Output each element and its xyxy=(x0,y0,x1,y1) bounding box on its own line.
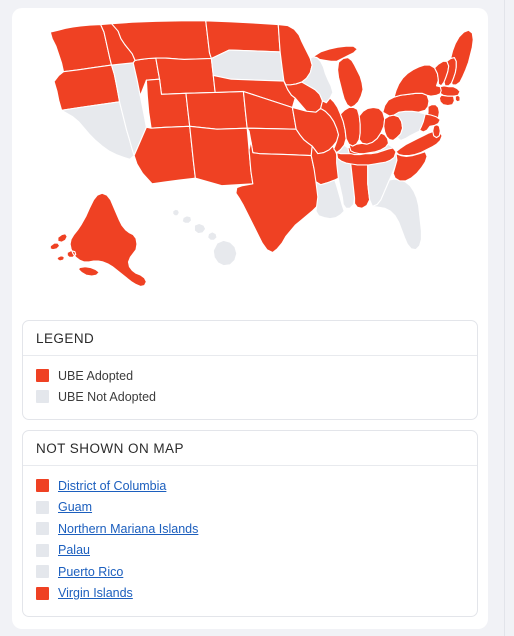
not-shown-body: District of Columbia Guam Northern Maria… xyxy=(23,466,477,616)
content-card: LEGEND UBE Adopted UBE Not Adopted NOT S… xyxy=(12,8,488,629)
jurisdiction-link-palau[interactable]: Palau xyxy=(58,543,90,557)
jurisdiction-swatch-not-adopted xyxy=(36,543,49,557)
state-newmexico[interactable] xyxy=(190,126,253,185)
list-item[interactable]: District of Columbia xyxy=(36,475,464,497)
us-map-svg xyxy=(22,18,478,310)
state-connecticut[interactable] xyxy=(439,95,454,105)
jurisdiction-link-northern-mariana-islands[interactable]: Northern Mariana Islands xyxy=(58,522,198,536)
jurisdiction-link-district-of-columbia[interactable]: District of Columbia xyxy=(58,479,166,493)
list-item[interactable]: Palau xyxy=(36,540,464,562)
jurisdiction-link-virgin-islands[interactable]: Virgin Islands xyxy=(58,586,133,600)
page-root: LEGEND UBE Adopted UBE Not Adopted NOT S… xyxy=(0,0,514,636)
jurisdiction-swatch-not-adopted xyxy=(36,500,49,514)
legend-body: UBE Adopted UBE Not Adopted xyxy=(23,356,477,419)
list-item[interactable]: Virgin Islands xyxy=(36,583,464,605)
jurisdiction-swatch-adopted xyxy=(36,479,49,493)
legend-swatch-not-adopted xyxy=(36,390,49,403)
state-minnesota[interactable] xyxy=(278,25,312,85)
list-item[interactable]: Northern Mariana Islands xyxy=(36,518,464,540)
jurisdiction-swatch-not-adopted xyxy=(36,565,49,579)
legend-item-ube-not-adopted: UBE Not Adopted xyxy=(36,386,464,407)
jurisdiction-link-puerto-rico[interactable]: Puerto Rico xyxy=(58,565,123,579)
state-southcarolina[interactable] xyxy=(393,152,427,181)
state-southdakota[interactable] xyxy=(211,50,284,81)
state-rhodeisland[interactable] xyxy=(455,95,460,102)
legend-label-adopted: UBE Adopted xyxy=(58,368,134,383)
jurisdiction-swatch-not-adopted xyxy=(36,522,49,536)
jurisdiction-link-guam[interactable]: Guam xyxy=(58,500,92,514)
list-item[interactable]: Guam xyxy=(36,497,464,519)
jurisdiction-swatch-adopted xyxy=(36,586,49,600)
state-delaware[interactable] xyxy=(433,124,441,137)
legend-label-not-adopted: UBE Not Adopted xyxy=(58,389,156,404)
legend-title: LEGEND xyxy=(23,321,477,356)
state-colorado[interactable] xyxy=(186,91,247,129)
state-alaska[interactable] xyxy=(50,193,146,286)
us-map[interactable] xyxy=(22,18,478,310)
state-hawaii[interactable] xyxy=(173,209,237,266)
state-massachusetts[interactable] xyxy=(440,86,460,96)
legend-item-ube-adopted: UBE Adopted xyxy=(36,365,464,386)
vertical-scrollbar[interactable] xyxy=(504,0,514,636)
not-shown-on-map-panel: NOT SHOWN ON MAP District of Columbia Gu… xyxy=(22,430,478,617)
state-wyoming[interactable] xyxy=(156,58,215,94)
state-washington[interactable] xyxy=(50,25,111,72)
state-michigan-lp[interactable] xyxy=(338,58,363,108)
state-arizona[interactable] xyxy=(134,126,195,183)
legend-swatch-adopted xyxy=(36,369,49,382)
legend-panel: LEGEND UBE Adopted UBE Not Adopted xyxy=(22,320,478,420)
state-maine[interactable] xyxy=(451,30,474,85)
list-item[interactable]: Puerto Rico xyxy=(36,561,464,583)
not-shown-title: NOT SHOWN ON MAP xyxy=(23,431,477,466)
